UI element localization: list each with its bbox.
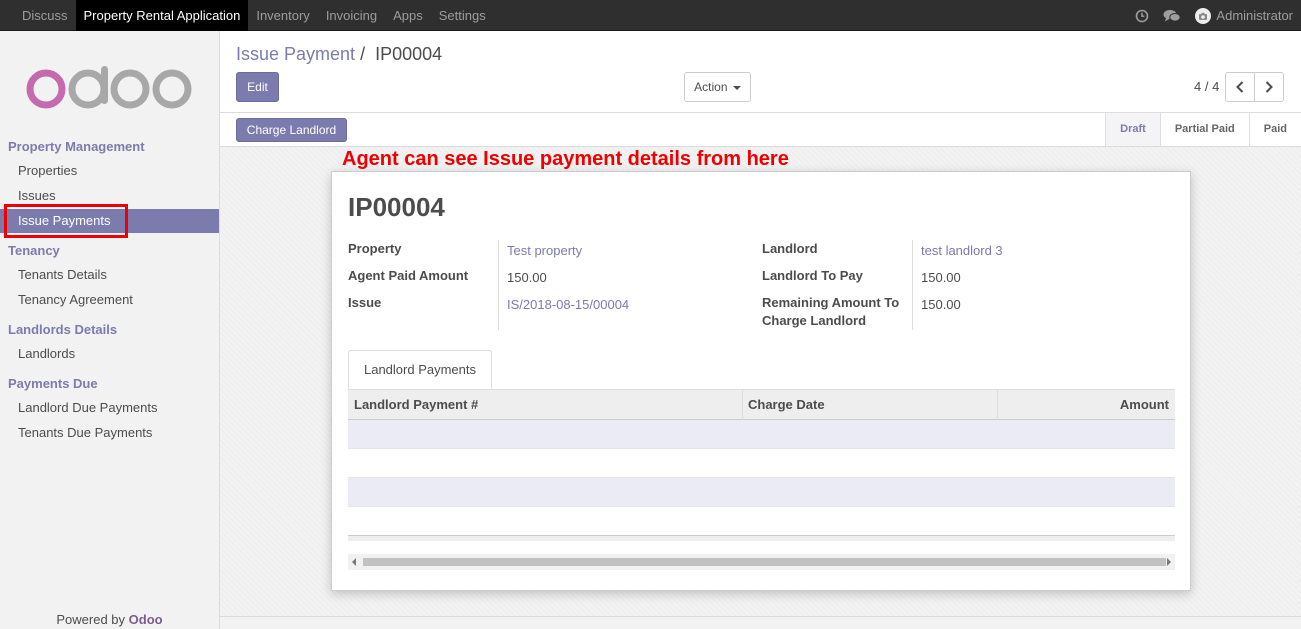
highlight-box <box>4 204 128 238</box>
charge-landlord-button[interactable]: Charge Landlord <box>236 118 347 142</box>
landlord-value[interactable]: test landlord 3 <box>921 243 1003 258</box>
odoo-logo <box>26 66 194 113</box>
annotation-text: Agent can see Issue payment details from… <box>342 148 789 170</box>
column-separator <box>997 390 998 420</box>
table-footer <box>348 535 1175 541</box>
table-header: Landlord Payment # Charge Date Amount <box>348 390 1175 420</box>
action-dropdown[interactable]: Action <box>684 72 751 102</box>
breadcrumb-separator: / <box>360 44 366 64</box>
breadcrumb-current: IP00004 <box>375 44 443 64</box>
sidebar-section-landlords-details: Landlords Details <box>8 322 118 337</box>
menu-apps[interactable]: Apps <box>385 0 431 31</box>
sidebar-item-properties[interactable]: Properties <box>0 159 219 183</box>
property-value[interactable]: Test property <box>507 243 582 258</box>
pager-previous-button[interactable] <box>1225 72 1255 102</box>
breadcrumb-parent[interactable]: Issue Payment <box>236 44 355 64</box>
sidebar-item-tenants-details[interactable]: Tenants Details <box>0 263 219 287</box>
powered-by: Powered by Odoo <box>0 612 219 627</box>
chevron-left-icon <box>1236 81 1244 93</box>
pager-next-button[interactable] <box>1254 72 1284 102</box>
user-name: Administrator <box>1216 8 1293 23</box>
column-separator <box>742 390 743 420</box>
remaining-amount-label: Remaining Amount To Charge Landlord <box>762 295 900 328</box>
left-group-divider <box>498 240 499 330</box>
column-amount[interactable]: Amount <box>1120 390 1169 420</box>
menu-inventory[interactable]: Inventory <box>248 0 317 31</box>
form-statusbar: Charge Landlord Draft Partial Paid Paid <box>220 113 1301 147</box>
table-row <box>348 478 1175 507</box>
sidebar-section-payments-due: Payments Due <box>8 376 98 391</box>
remaining-amount-value: 150.00 <box>921 297 961 312</box>
systray: Administrator <box>1135 0 1293 31</box>
control-panel: Issue Payment / IP00004 Edit Action 4 / … <box>220 31 1301 113</box>
chat-icon[interactable] <box>1163 9 1182 23</box>
property-label: Property <box>348 241 402 256</box>
powered-by-brand[interactable]: Odoo <box>129 612 163 627</box>
chevron-right-icon <box>1265 81 1273 93</box>
agent-paid-amount-label: Agent Paid Amount <box>348 268 469 283</box>
column-landlord-payment[interactable]: Landlord Payment # <box>354 390 478 420</box>
table-row <box>348 449 1175 478</box>
landlord-to-pay-value: 150.00 <box>921 270 961 285</box>
sidebar: Property Management Properties Issues Is… <box>0 31 220 629</box>
right-group-divider <box>912 240 913 330</box>
sidebar-item-landlord-due-payments[interactable]: Landlord Due Payments <box>0 396 219 420</box>
sidebar-section-property-management: Property Management <box>8 139 145 154</box>
top-navbar: Discuss Property Rental Application Inve… <box>0 0 1301 31</box>
record-title: IP00004 <box>348 192 445 222</box>
stage-partial-paid[interactable]: Partial Paid <box>1159 113 1249 146</box>
scroll-left-icon[interactable] <box>352 558 356 566</box>
menu-property-rental-application[interactable]: Property Rental Application <box>75 0 249 31</box>
stage-paid[interactable]: Paid <box>1248 113 1301 146</box>
landlord-label: Landlord <box>762 241 818 256</box>
user-menu[interactable]: Administrator <box>1195 7 1293 24</box>
scrollbar-thumb[interactable] <box>363 558 1166 566</box>
sidebar-item-tenancy-agreement[interactable]: Tenancy Agreement <box>0 288 219 312</box>
table-row <box>348 420 1175 449</box>
breadcrumb: Issue Payment / IP00004 <box>236 44 442 65</box>
pager-value[interactable]: 4 / 4 <box>1194 79 1219 94</box>
powered-by-prefix: Powered by <box>56 612 126 627</box>
status-stages: Draft Partial Paid Paid <box>1105 113 1301 146</box>
menu-invoicing[interactable]: Invoicing <box>318 0 385 31</box>
scroll-right-icon[interactable] <box>1167 558 1171 566</box>
bottom-strip <box>220 616 1301 629</box>
form-sheet: IP00004 Property Test property Agent Pai… <box>331 171 1191 591</box>
menu-settings[interactable]: Settings <box>431 0 494 31</box>
issue-value[interactable]: IS/2018-08-15/00004 <box>507 297 629 312</box>
sidebar-item-landlords[interactable]: Landlords <box>0 342 219 366</box>
sidebar-item-tenants-due-payments[interactable]: Tenants Due Payments <box>0 421 219 445</box>
sidebar-section-tenancy: Tenancy <box>8 243 60 258</box>
stage-draft[interactable]: Draft <box>1105 113 1160 146</box>
avatar <box>1195 7 1212 24</box>
landlord-to-pay-label: Landlord To Pay <box>762 268 863 283</box>
menu-discuss[interactable]: Discuss <box>14 0 76 31</box>
horizontal-scrollbar[interactable] <box>348 554 1175 570</box>
column-charge-date[interactable]: Charge Date <box>748 390 825 420</box>
agent-paid-amount-value: 150.00 <box>507 270 547 285</box>
action-label: Action <box>694 80 728 94</box>
clock-icon[interactable] <box>1135 9 1149 23</box>
issue-label: Issue <box>348 295 382 310</box>
caret-down-icon <box>732 85 741 90</box>
tab-landlord-payments[interactable]: Landlord Payments <box>348 350 492 390</box>
edit-button[interactable]: Edit <box>236 72 279 102</box>
table-row <box>348 507 1175 536</box>
app-menu: Discuss Property Rental Application Inve… <box>14 0 494 31</box>
